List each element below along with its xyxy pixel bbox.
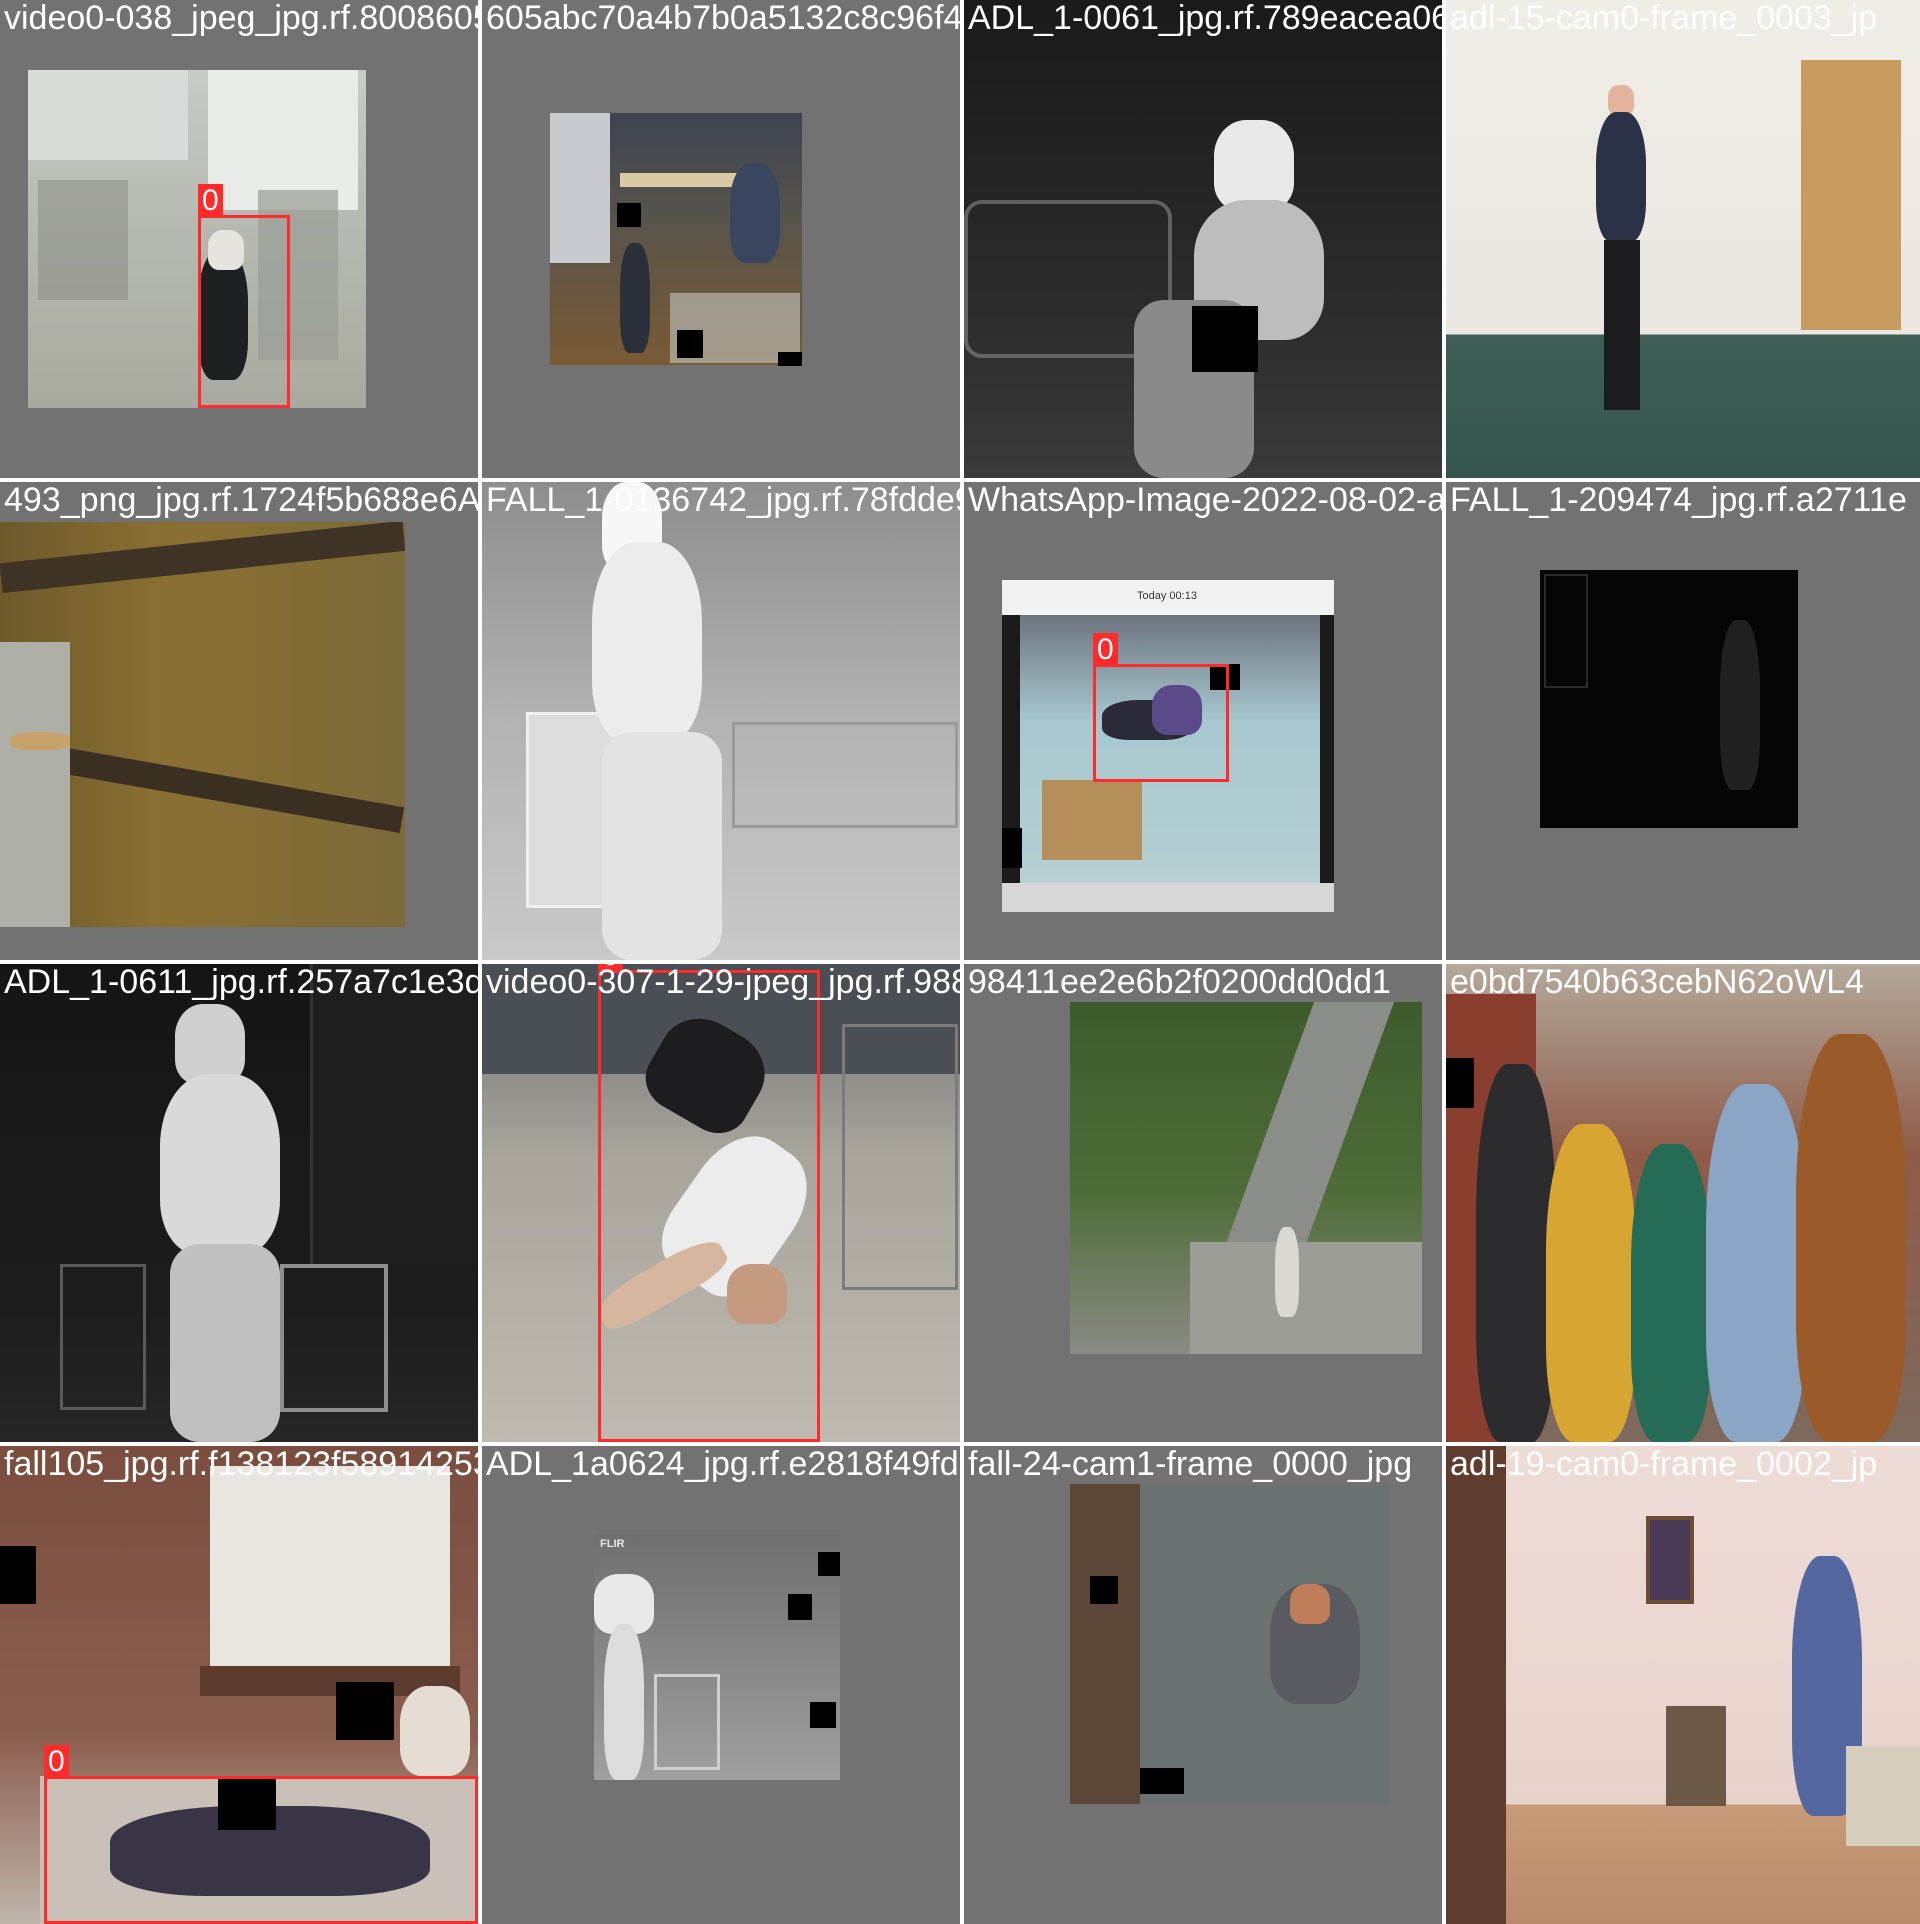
photo	[1446, 1446, 1920, 1924]
photo: FLIR	[594, 1534, 840, 1780]
photo	[550, 113, 802, 365]
tile-floor-lying[interactable]: 0 video0-307-1-29-jpeg_jpg.rf.988d3841	[482, 964, 960, 1442]
censor-block	[778, 352, 802, 366]
bounding-box[interactable]: 0	[44, 1745, 478, 1924]
tile-office-floor[interactable]: 0 video0-038_jpeg_jpg.rf.8008605ab70a4b7…	[0, 0, 478, 478]
photo	[964, 0, 1442, 478]
photo	[1070, 1002, 1422, 1354]
tile-caption: video0-307-1-29-jpeg_jpg.rf.988d3841	[486, 964, 960, 1001]
censor-block	[1446, 1058, 1474, 1108]
censor-block	[336, 1682, 394, 1740]
tile-caption: video0-038_jpeg_jpg.rf.8008605ab70a4b7b0…	[4, 0, 478, 37]
box-label: 0	[44, 1745, 69, 1779]
bounding-box[interactable]: 0	[598, 964, 820, 1442]
censor-block	[810, 1702, 836, 1728]
tile-garden-path[interactable]: 98411ee2e6b2f0200dd0dd1	[964, 964, 1442, 1442]
censor-block	[677, 330, 703, 358]
censor-block	[1090, 1576, 1118, 1604]
censor-block	[617, 203, 641, 227]
photo	[0, 522, 405, 927]
tile-caption: FALL_1-0136742_jpg.rf.78fdde9	[486, 482, 960, 519]
tile-thermal-chair[interactable]: ADL_1-0611_jpg.rf.257a7c1e3d7e2f84f3cee	[0, 964, 478, 1442]
tile-caption: adl-19-cam0-frame_0002_jp	[1450, 1446, 1878, 1483]
tile-caption: adl-15-cam0-frame_0003_jp	[1450, 0, 1878, 37]
tile-phone-screen[interactable]: Today 00:13 0 WhatsApp-Image-2022-08-02-…	[964, 482, 1442, 960]
tile-thermal-walking[interactable]: FALL_1-0136742_jpg.rf.78fdde9	[482, 482, 960, 960]
tile-caption: 605abc70a4b7b0a5132c8c96f42316	[486, 0, 960, 37]
photo	[1446, 964, 1920, 1442]
tile-caption: WhatsApp-Image-2022-08-02-at-1-22-04-AM	[968, 482, 1442, 519]
censor-block	[1140, 1768, 1184, 1794]
tile-thermal-sitting[interactable]: ADL_1-0061_jpg.rf.789eacea0657c3984f830	[964, 0, 1442, 478]
box-label: 0	[198, 184, 223, 218]
tile-caption: ADL_1-0611_jpg.rf.257a7c1e3d7e2f84f3cee	[4, 964, 478, 1001]
photo	[482, 482, 960, 960]
censor-block	[1192, 306, 1258, 372]
box-label: 0	[1093, 633, 1118, 667]
tile-window-room[interactable]: 0 fall105_jpg.rf.f138123f58914253d2a2624…	[0, 1446, 478, 1924]
photo	[1540, 570, 1798, 828]
tile-caption: 98411ee2e6b2f0200dd0dd1	[968, 964, 1391, 1001]
photo	[0, 964, 478, 1442]
image-mosaic: 0 video0-038_jpeg_jpg.rf.8008605ab70a4b7…	[0, 0, 1920, 1924]
tile-caption: 493_png_jpg.rf.1724f5b688e6A6628960367	[4, 482, 478, 519]
photo	[1446, 0, 1920, 478]
phone-status-text: Today 00:13	[1137, 590, 1197, 602]
tile-overhead[interactable]: fall-24-cam1-frame_0000_jpg	[964, 1446, 1442, 1924]
bounding-box[interactable]: 0	[198, 184, 290, 408]
tile-caption: ADL_1-0061_jpg.rf.789eacea0657c3984f830	[968, 0, 1442, 37]
photo	[1070, 1484, 1390, 1804]
tile-park-rotated[interactable]: 493_png_jpg.rf.1724f5b688e6A6628960367	[0, 482, 478, 960]
tile-polling-station[interactable]: 605abc70a4b7b0a5132c8c96f42316	[482, 0, 960, 478]
tile-street-group[interactable]: e0bd7540b63cebN62oWL4	[1446, 964, 1920, 1442]
tile-caption: e0bd7540b63cebN62oWL4	[1450, 964, 1865, 1001]
tile-room-standing[interactable]: adl-15-cam0-frame_0003_jp	[1446, 0, 1920, 478]
tile-bedroom-standing[interactable]: adl-19-cam0-frame_0002_jp	[1446, 1446, 1920, 1924]
censor-block	[0, 1546, 36, 1604]
censor-block	[818, 1552, 840, 1576]
tile-caption: fall-24-cam1-frame_0000_jpg	[968, 1446, 1413, 1483]
tile-dark-room[interactable]: FALL_1-209474_jpg.rf.a2711e	[1446, 482, 1920, 960]
tile-caption: fall105_jpg.rf.f138123f58914253d2a26244	[4, 1446, 478, 1483]
tile-caption: FALL_1-209474_jpg.rf.a2711e	[1450, 482, 1907, 519]
bounding-box[interactable]: 0	[1093, 633, 1229, 782]
flir-logo-text: FLIR	[600, 1538, 625, 1550]
censor-block	[1002, 828, 1022, 868]
tile-caption: ADL_1a0624_jpg.rf.e2818f49fd5124d9193	[486, 1446, 960, 1483]
tile-thermal-flir[interactable]: FLIR ADL_1a0624_jpg.rf.e2818f49fd5124d91…	[482, 1446, 960, 1924]
censor-block	[788, 1594, 812, 1620]
photo	[28, 70, 366, 408]
